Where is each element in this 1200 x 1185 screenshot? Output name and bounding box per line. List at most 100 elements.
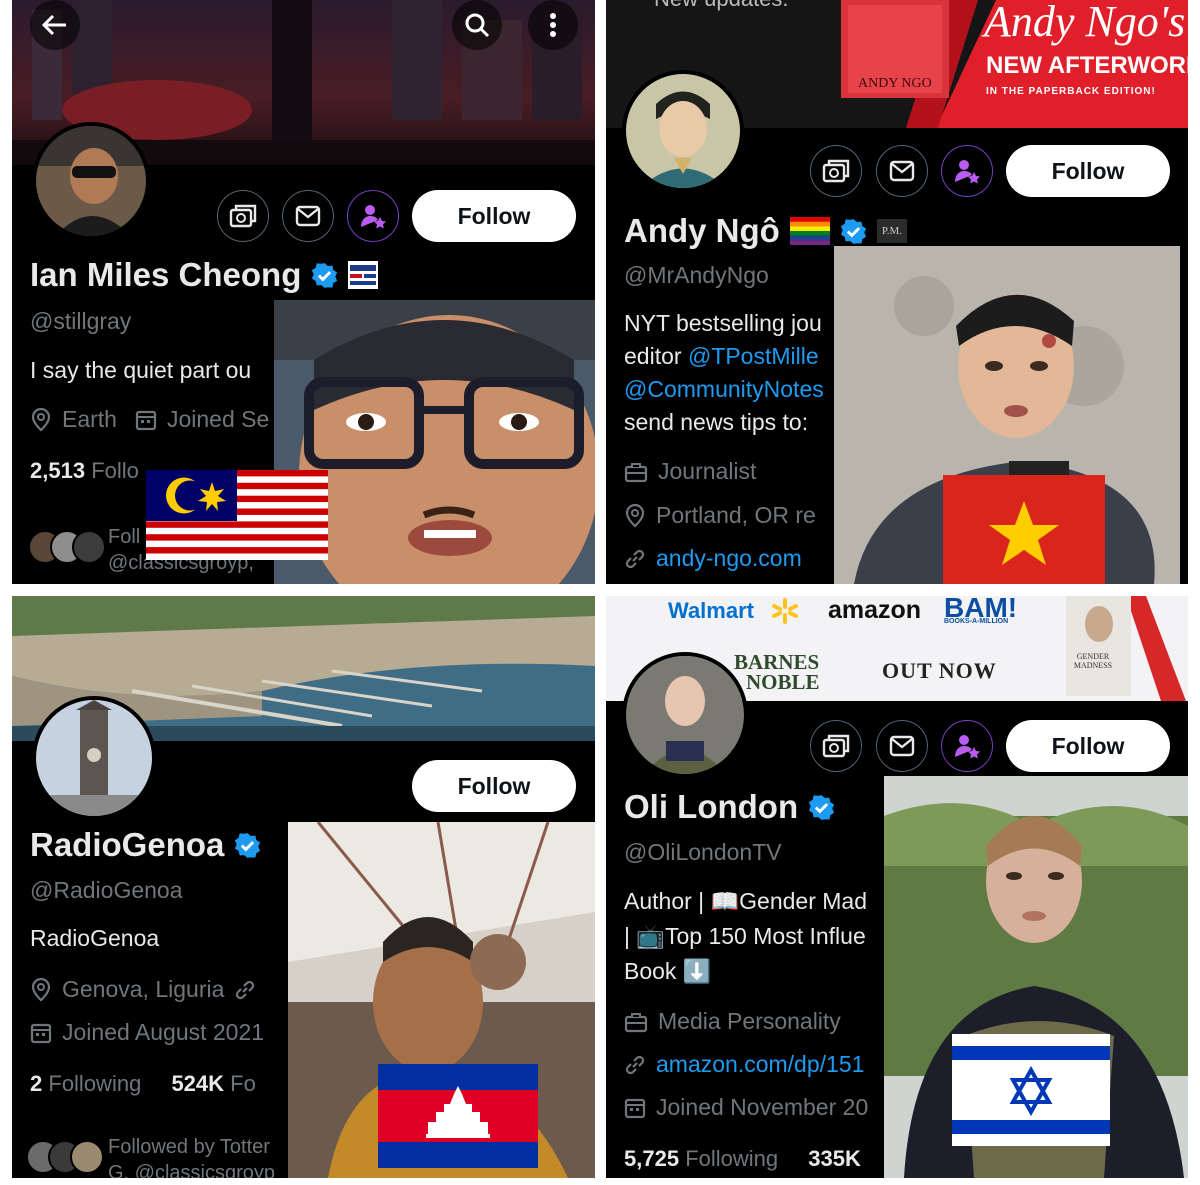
media-icon[interactable] [810,720,862,772]
profile-panel-ian: Follow Ian Miles Cheong @stillgray I say… [12,0,595,584]
link-icon [625,1055,645,1074]
location-icon [625,503,645,527]
out-now-text: OUT NOW [882,658,997,683]
subscribe-icon[interactable] [347,190,399,242]
more-icon[interactable] [528,0,578,50]
banner-small-text: IN THE PAPERBACK EDITION! [986,86,1156,97]
subscribe-icon[interactable] [941,145,993,197]
following-count: 5,725 [624,1146,680,1171]
subscribe-icon[interactable] [941,720,993,772]
followers-count: 335K [808,1146,861,1171]
media-icon[interactable] [217,190,269,242]
profile-panel-andy: New updates. ANDY NGO Andy Ngo's NEW AFT… [606,0,1188,584]
mention-link[interactable]: @TPostMille [688,343,819,369]
briefcase-icon [624,1012,648,1032]
barnes-text: BARNES [734,650,820,674]
verified-badge-icon [312,262,338,288]
avatar[interactable] [622,70,744,192]
link-icon [236,980,255,999]
location-icon [31,977,51,1001]
website-row[interactable]: andy-ngo.com [624,545,802,572]
amazon-logo: amazon [828,596,922,624]
flag-israel [952,1034,1110,1146]
bio-line: Author | 📖Gender Mad [624,888,868,914]
handle: @RadioGenoa [30,877,183,903]
meta-row: Earth Joined Se [30,406,269,433]
followed-by-line: G, @classicsgroyp [108,1162,276,1178]
joined-row: Joined November 20 [624,1094,868,1121]
display-name: Oli London [624,788,835,826]
stats-row[interactable]: 5,725 Following 335K [624,1146,861,1172]
bam-small-text: BOOKS-A-MILLION [944,618,1009,625]
banner-subtitle: NEW AFTERWORD [986,52,1188,79]
followed-by-avatars [26,1140,104,1174]
flag-cambodia [378,1064,538,1168]
website-link[interactable]: amazon.com/dp/151 [656,1051,864,1078]
banner-title: Andy Ngo's [984,0,1186,46]
joined-row: Joined August 2021 [30,1019,264,1046]
barnes-noble-logo: BARNES NOBLE [734,650,820,693]
following-label: Follo [91,458,139,483]
stats-row[interactable]: 2,513 Follo [30,458,139,484]
back-icon[interactable] [30,0,80,50]
followers-count: 524K [171,1071,225,1096]
handle: @MrAndyNgo [624,262,769,288]
bio: NYT bestselling jou editor @TPostMille @… [624,307,824,439]
bio-line: NYT bestselling jou [624,310,822,336]
handle: @OliLondonTV [624,839,782,865]
follow-button[interactable]: Follow [1006,720,1170,772]
location-row: Genova, Liguria [30,976,256,1003]
search-icon[interactable] [452,0,502,50]
link-icon [625,549,645,568]
location-row: Portland, OR re [624,502,816,529]
avatar[interactable] [622,652,748,778]
bio-line: RadioGenoa [30,925,160,951]
rainbow-flag-icon [789,217,830,245]
display-name-text: RadioGenoa [30,826,225,863]
bio-line: I say the quiet part ou [30,357,252,383]
display-name-text: Ian Miles Cheong [30,256,302,293]
media-icon[interactable] [810,145,862,197]
message-icon[interactable] [876,145,928,197]
calendar-icon [135,410,157,430]
news-affiliate-icon [348,261,379,289]
avatar[interactable] [32,696,156,820]
profession-row: Media Personality [624,1008,841,1035]
calendar-icon [624,1098,646,1118]
profile-panel-olilondon: Walmart amazon BAM! BOOKS-A-MILLION BARN… [606,596,1188,1178]
followers-label: Fo [230,1071,256,1096]
website-link[interactable]: andy-ngo.com [656,545,802,572]
verified-badge-icon [809,794,835,820]
location-text: Genova, Liguria [62,976,225,1002]
profession-row: Journalist [624,458,756,485]
profile-collage: Follow Ian Miles Cheong @stillgray I say… [0,0,1200,1185]
website-row[interactable]: amazon.com/dp/151 [624,1051,864,1078]
display-name-text: Andy Ngô [624,212,780,249]
book-author: ANDY NGO [858,76,932,91]
walmart-logo: Walmart [668,598,754,623]
followed-by-avatars [28,530,106,564]
stats-row[interactable]: 2 Following 524K Fo [30,1071,256,1097]
calendar-icon [30,1023,52,1043]
profession-text: Media Personality [658,1008,841,1034]
message-icon[interactable] [876,720,928,772]
bio-line: send news tips to: [624,409,809,435]
follow-button[interactable]: Follow [412,760,576,812]
verified-badge-icon [235,832,261,858]
mention-link[interactable]: @CommunityNotes [624,373,824,406]
follow-button[interactable]: Follow [1006,145,1170,197]
message-icon[interactable] [282,190,334,242]
following-count: 2 [30,1071,43,1096]
handle: @stillgray [30,308,132,334]
profile-panel-radiogenoa: Follow RadioGenoa @RadioGenoa RadioGenoa… [12,596,595,1178]
joined-text: Joined August 2021 [62,1019,265,1045]
joined-text: Joined November 20 [656,1094,869,1120]
bio: Author | 📖Gender Mad | 📺Top 150 Most Inf… [624,884,867,989]
display-name: Andy Ngô P.M. [624,212,908,250]
display-name-text: Oli London [624,788,799,825]
bio-line: | 📺Top 150 Most Influe [624,923,866,949]
book-title: GENDER MADNESS [1073,652,1113,670]
flag-malaysia [146,470,328,560]
follow-button[interactable]: Follow [412,190,576,242]
avatar[interactable] [32,122,150,240]
